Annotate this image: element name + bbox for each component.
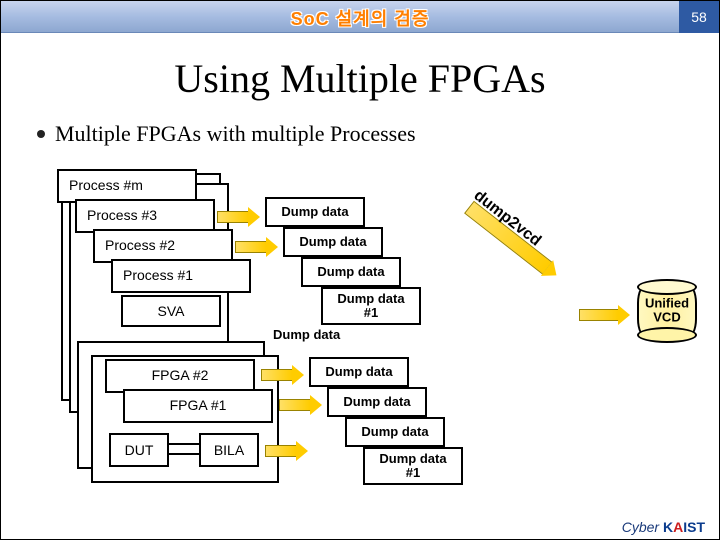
arrow-icon bbox=[579, 309, 619, 321]
process-m-label: Process #m bbox=[69, 177, 143, 193]
dump-1-box: Dump data #1 bbox=[321, 287, 421, 325]
dump-label: Dump data bbox=[299, 235, 366, 249]
footer-logo: Cyber KAIST bbox=[622, 519, 705, 535]
header-bar: SoC 설계의 검증 58 bbox=[1, 1, 719, 33]
fpga-2-box: FPGA #2 bbox=[105, 359, 255, 393]
page-number: 58 bbox=[679, 1, 719, 33]
connector-line bbox=[169, 453, 199, 455]
process-2-label: Process #2 bbox=[105, 237, 175, 253]
unified-vcd-barrel: Unified VCD bbox=[637, 283, 697, 339]
unified-vcd-label: Unified VCD bbox=[639, 297, 695, 326]
process-1-label: Process #1 bbox=[123, 267, 193, 283]
arrow-icon bbox=[261, 369, 293, 381]
connector-line bbox=[169, 443, 199, 445]
dump-label: Dump data bbox=[281, 205, 348, 219]
dump-box: Dump data bbox=[283, 227, 383, 257]
arrow-icon bbox=[265, 445, 297, 457]
bullet-text: Multiple FPGAs with multiple Processes bbox=[55, 121, 416, 147]
bullet-icon bbox=[37, 130, 45, 138]
arrow-icon bbox=[279, 399, 311, 411]
fpga-2-label: FPGA #2 bbox=[152, 367, 209, 383]
footer-cyber: Cyber bbox=[622, 519, 659, 535]
dump-fragment: Dump data bbox=[273, 327, 340, 342]
bullet-row: Multiple FPGAs with multiple Processes bbox=[37, 121, 416, 147]
process-m-box: Process #m bbox=[57, 169, 197, 203]
dump-label: Dump data bbox=[343, 395, 410, 409]
fpga-1-label: FPGA #1 bbox=[170, 397, 227, 413]
dump-box: Dump data bbox=[301, 257, 401, 287]
dump-label: Dump data bbox=[361, 425, 428, 439]
header-title: SoC 설계의 검증 bbox=[291, 5, 430, 31]
bila-box: BILA bbox=[199, 433, 259, 467]
dump-label: Dump data bbox=[325, 365, 392, 379]
process-3-label: Process #3 bbox=[87, 207, 157, 223]
diagram: Process #m Process #3 Process #2 Process… bbox=[31, 161, 691, 521]
dump-box: Dump data bbox=[345, 417, 445, 447]
process-1-box: Process #1 bbox=[111, 259, 251, 293]
dump-1-label: Dump data #1 bbox=[379, 452, 446, 479]
dut-box: DUT bbox=[109, 433, 169, 467]
footer-ist: IST bbox=[683, 519, 705, 535]
sva-label: SVA bbox=[158, 303, 185, 319]
slide-title: Using Multiple FPGAs bbox=[1, 55, 719, 102]
dut-label: DUT bbox=[125, 442, 154, 458]
arrow-icon bbox=[217, 211, 249, 223]
dump-1-label: Dump data #1 bbox=[337, 292, 404, 319]
dump-box: Dump data bbox=[309, 357, 409, 387]
dump-box: Dump data bbox=[327, 387, 427, 417]
process-3-box: Process #3 bbox=[75, 199, 215, 233]
fpga-1-box: FPGA #1 bbox=[123, 389, 273, 423]
footer-a: A bbox=[673, 519, 683, 535]
process-2-box: Process #2 bbox=[93, 229, 233, 263]
sva-box: SVA bbox=[121, 295, 221, 327]
dump-box: Dump data bbox=[265, 197, 365, 227]
bila-label: BILA bbox=[214, 442, 244, 458]
arrow-icon bbox=[235, 241, 267, 253]
dump-1-box: Dump data #1 bbox=[363, 447, 463, 485]
dump-label: Dump data bbox=[317, 265, 384, 279]
footer-k: K bbox=[663, 519, 673, 535]
